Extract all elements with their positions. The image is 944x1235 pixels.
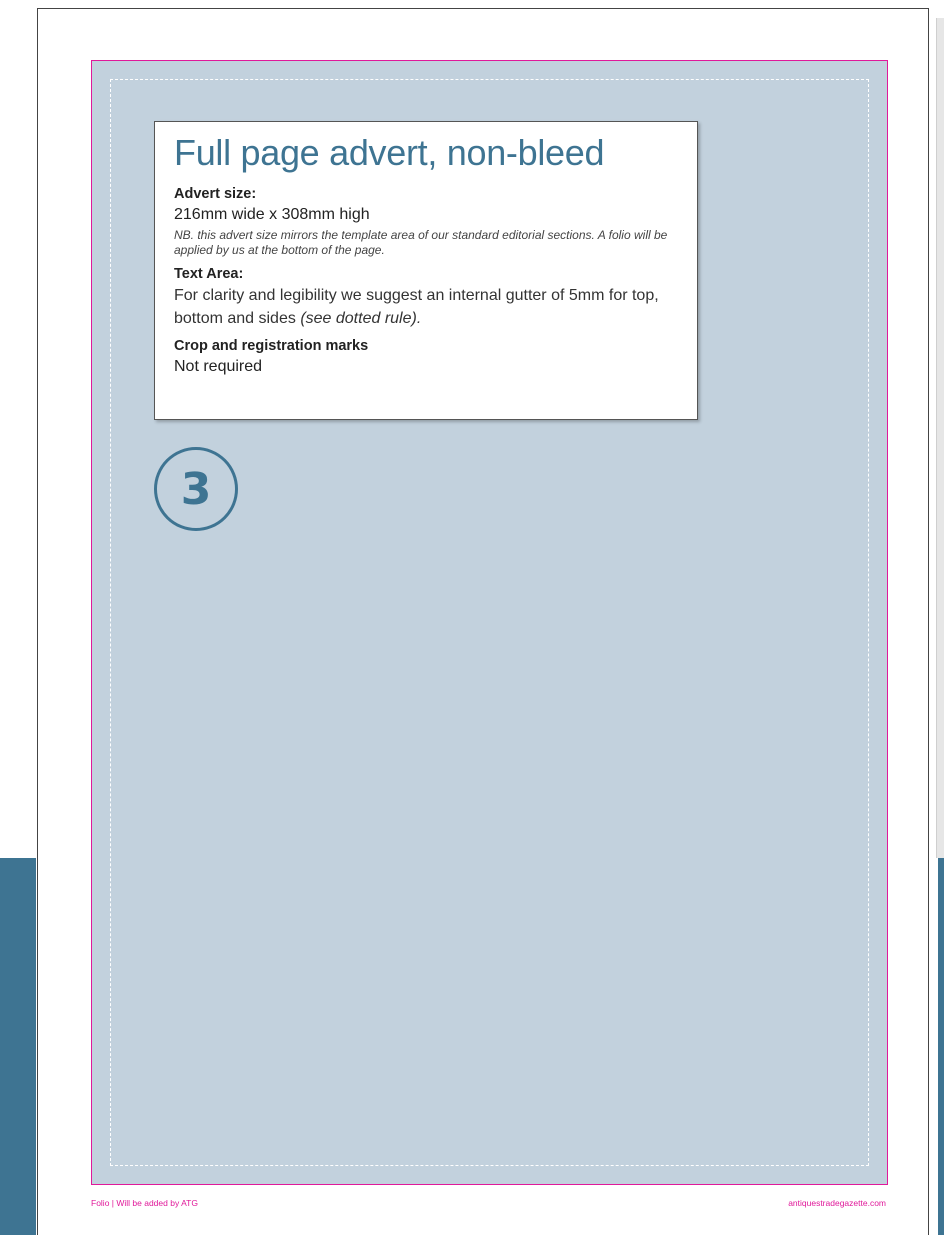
advert-size-label: Advert size:	[174, 186, 257, 202]
step-number: 3	[180, 463, 212, 515]
advert-spec-box: Full page advert, non-bleed Advert size:…	[154, 121, 698, 420]
right-accent-bar	[938, 858, 944, 1235]
advert-area: Full page advert, non-bleed Advert size:…	[91, 60, 888, 1185]
crop-marks-value: Not required	[174, 358, 263, 375]
text-area-italic: (see dotted rule).	[300, 310, 422, 327]
advert-size-note: NB. this advert size mirrors the templat…	[174, 228, 668, 257]
advert-size-value: 216mm wide x 308mm high	[174, 206, 370, 223]
left-accent-bar	[0, 858, 36, 1235]
text-area-label: Text Area:	[174, 266, 244, 282]
advert-title: Full page advert, non-bleed	[174, 132, 605, 173]
document-viewport: Full page advert, non-bleed Advert size:…	[0, 0, 944, 1235]
folio-url: antiquestradegazette.com	[788, 1198, 886, 1208]
folio-note: Folio | Will be added by ATG	[91, 1198, 198, 1208]
crop-marks-label: Crop and registration marks	[174, 338, 369, 354]
step-number-badge: 3	[154, 447, 238, 531]
page-sheet: Full page advert, non-bleed Advert size:…	[37, 8, 929, 1235]
text-area-value: For clarity and legibility we suggest an…	[174, 284, 679, 330]
scrollbar-track[interactable]	[936, 18, 944, 858]
